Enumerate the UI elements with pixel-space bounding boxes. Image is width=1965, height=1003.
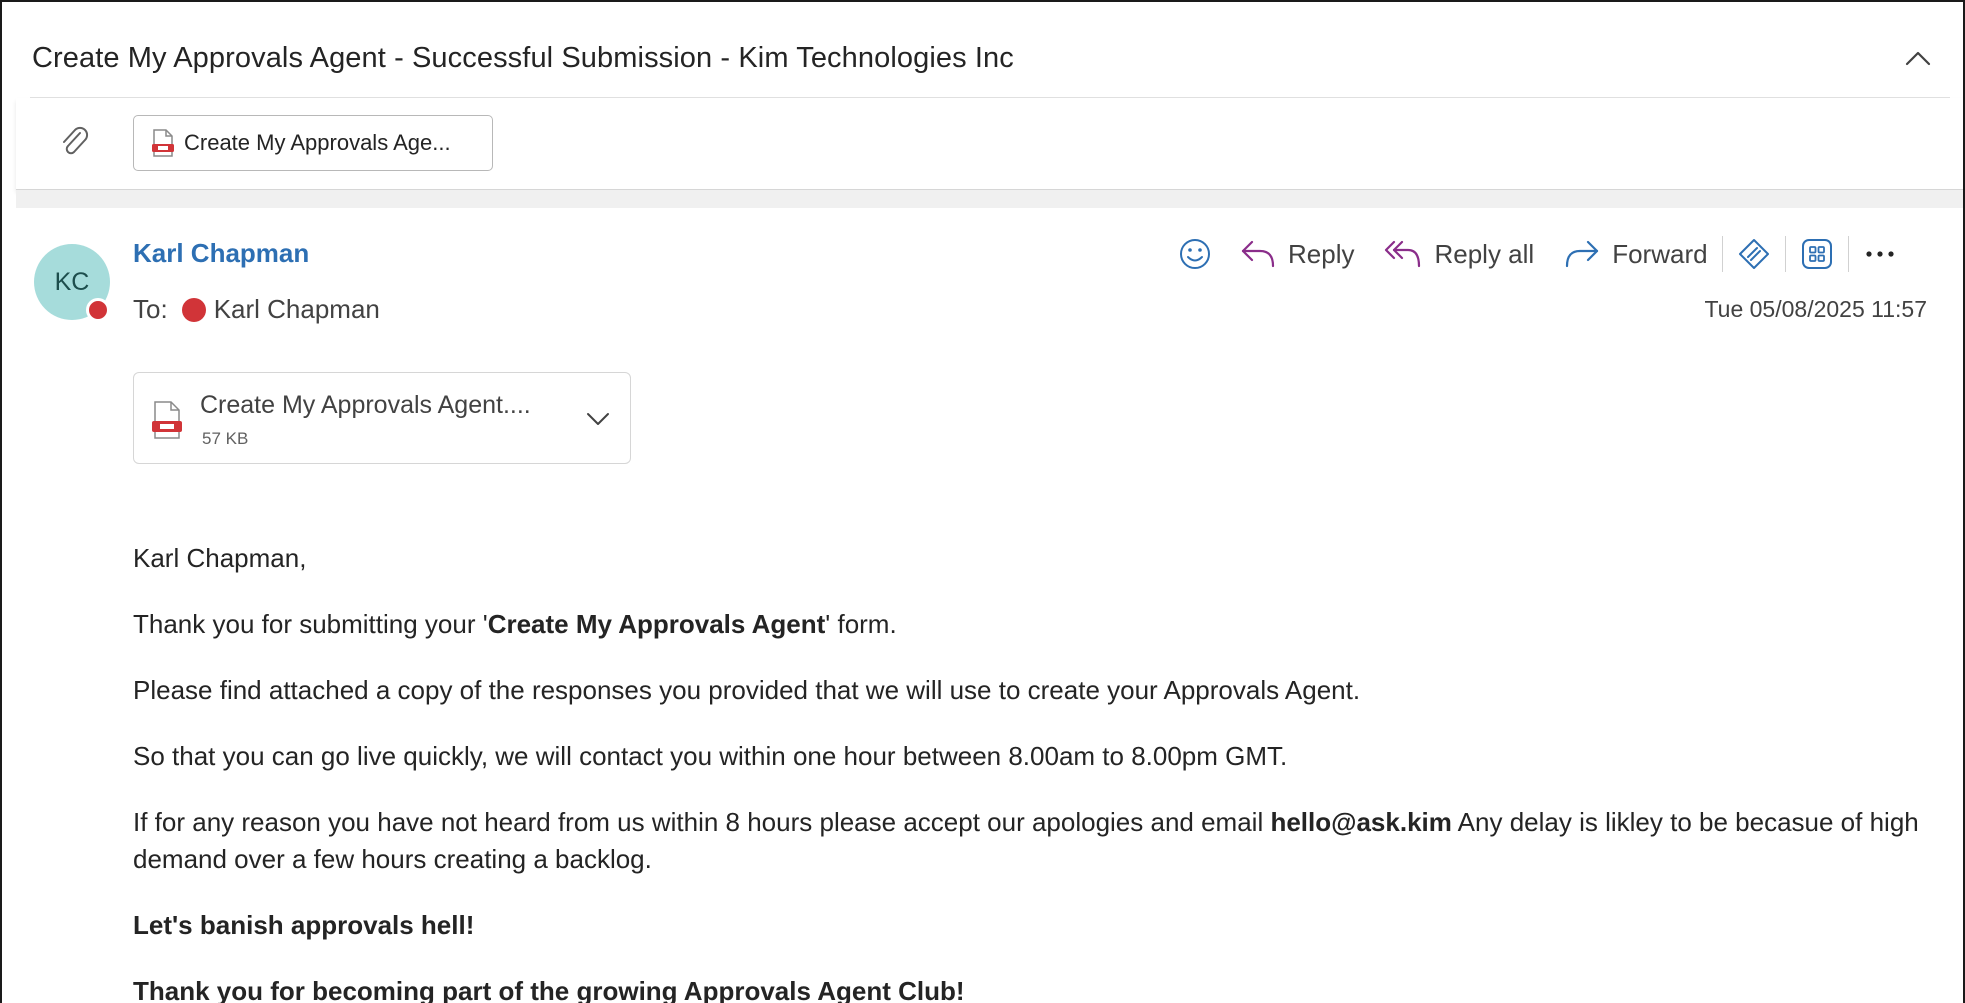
body-text: If for any reason you have not heard fro… bbox=[133, 807, 1271, 837]
body-text: Thank you for submitting your ' bbox=[133, 609, 488, 639]
more-icon bbox=[1865, 251, 1894, 257]
message-actions: Reply Reply all Forward bbox=[1168, 228, 1907, 280]
body-paragraph: Thank you for becoming part of the growi… bbox=[133, 973, 1933, 1003]
body-paragraph: If for any reason you have not heard fro… bbox=[133, 804, 1933, 878]
reply-all-button[interactable]: Reply all bbox=[1374, 228, 1544, 280]
chevron-up-icon bbox=[1905, 51, 1931, 66]
reply-label: Reply bbox=[1288, 238, 1355, 269]
recipient-line: To: Karl Chapman bbox=[133, 294, 380, 325]
forward-icon bbox=[1566, 240, 1599, 268]
presence-badge bbox=[86, 298, 110, 322]
reply-icon bbox=[1241, 240, 1275, 268]
message-body: Karl Chapman, Thank you for submitting y… bbox=[133, 540, 1933, 1003]
more-actions-button[interactable] bbox=[1853, 228, 1907, 280]
subject-bar: Create My Approvals Agent - Successful S… bbox=[30, 32, 1950, 98]
chevron-down-icon bbox=[587, 413, 609, 425]
emoji-icon bbox=[1180, 239, 1210, 269]
body-paragraph: So that you can go live quickly, we will… bbox=[133, 741, 1288, 771]
reply-all-icon bbox=[1385, 240, 1421, 268]
emoji-reaction-button[interactable] bbox=[1168, 228, 1222, 280]
form-name: Create My Approvals Agent bbox=[487, 609, 826, 639]
apps-button[interactable] bbox=[1790, 228, 1844, 280]
pdf-icon bbox=[152, 401, 182, 439]
greeting: Karl Chapman, bbox=[133, 543, 307, 573]
contact-email: hello@ask.kim bbox=[1270, 807, 1452, 837]
to-label: To: bbox=[133, 294, 168, 324]
closing-line: Thank you for becoming part of the growi… bbox=[133, 976, 965, 1003]
attachment-strip: Create My Approvals Age... bbox=[16, 98, 1963, 190]
sent-timestamp: Tue 05/08/2025 11:57 bbox=[1704, 296, 1927, 322]
avatar-initials: KC bbox=[54, 267, 90, 296]
body-paragraph: Thank you for submitting your 'Create My… bbox=[133, 606, 1933, 643]
body-paragraph: Please find attached a copy of the respo… bbox=[133, 675, 1361, 705]
paperclip-icon bbox=[63, 126, 89, 155]
email-reading-pane: Create My Approvals Agent - Successful S… bbox=[0, 0, 1965, 1003]
copilot-button[interactable] bbox=[1727, 228, 1781, 280]
email-subject: Create My Approvals Agent - Successful S… bbox=[32, 42, 1014, 74]
body-text: ' form. bbox=[825, 609, 897, 639]
pdf-icon bbox=[152, 129, 174, 157]
sender-name[interactable]: Karl Chapman bbox=[133, 238, 309, 269]
apps-icon bbox=[1801, 239, 1832, 269]
toolbar-separator bbox=[1847, 236, 1849, 272]
slogan: Let's banish approvals hell! bbox=[133, 910, 475, 940]
collapse-button[interactable] bbox=[1896, 36, 1940, 80]
attachment-card[interactable]: Create My Approvals Agent.... 57 KB bbox=[133, 372, 631, 464]
recipient-name[interactable]: Karl Chapman bbox=[214, 294, 380, 325]
attachment-name: Create My Approvals Agent.... bbox=[200, 391, 531, 419]
reply-all-label: Reply all bbox=[1434, 238, 1535, 269]
divider-band bbox=[16, 190, 1963, 208]
attachment-menu-button[interactable] bbox=[580, 401, 616, 437]
forward-button[interactable]: Forward bbox=[1554, 228, 1717, 280]
reply-button[interactable]: Reply bbox=[1230, 228, 1364, 280]
copilot-icon bbox=[1738, 239, 1769, 269]
forward-label: Forward bbox=[1612, 238, 1708, 269]
recipient-presence-dot bbox=[181, 297, 206, 322]
attachment-chip-label: Create My Approvals Age... bbox=[184, 130, 451, 155]
toolbar-separator bbox=[1721, 236, 1723, 272]
attachment-chip[interactable]: Create My Approvals Age... bbox=[133, 115, 493, 171]
body-paragraph: Let's banish approvals hell! bbox=[133, 907, 1933, 944]
attachment-size: 57 KB bbox=[202, 429, 249, 448]
toolbar-separator bbox=[1784, 236, 1786, 272]
